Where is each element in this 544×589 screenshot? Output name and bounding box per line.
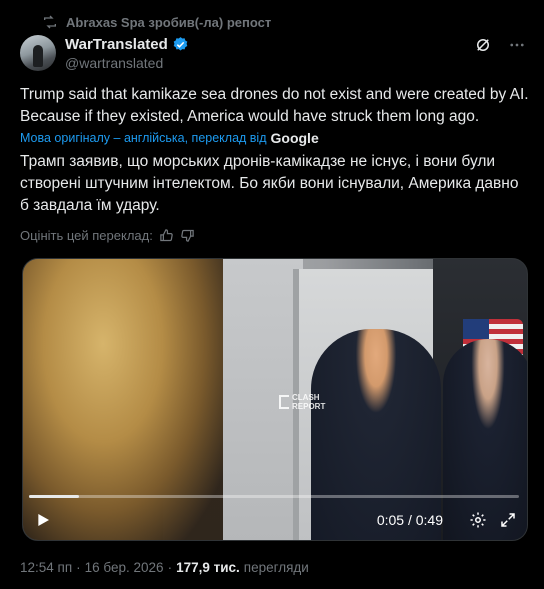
author-block[interactable]: WarTranslated @wartranslated: [65, 36, 189, 71]
thumbs-down-icon[interactable]: [180, 228, 195, 243]
translation-attribution[interactable]: Мова оригіналу – англійська, переклад ві…: [20, 130, 319, 146]
avatar[interactable]: [20, 35, 56, 71]
author-name[interactable]: WarTranslated: [65, 36, 168, 53]
video-player[interactable]: CLASH REPORT 0:05 / 0:49: [22, 258, 528, 541]
fullscreen-icon[interactable]: [499, 511, 517, 529]
tweet-text: Trump said that kamikaze sea drones do n…: [20, 86, 529, 125]
repost-text: Abraxas Spa зробив(-ла) репост: [66, 14, 272, 30]
views-count: 177,9 тис.: [176, 560, 240, 575]
author-handle[interactable]: @wartranslated: [65, 55, 189, 71]
tweet-date[interactable]: 16 бер. 2026: [85, 560, 164, 575]
tweet-time[interactable]: 12:54 пп: [20, 560, 72, 575]
verified-badge-icon: [173, 37, 188, 51]
play-icon[interactable]: [35, 512, 51, 528]
thumbs-up-icon[interactable]: [159, 228, 174, 243]
google-logo: Google: [270, 130, 319, 146]
watermark-logo-icon: [279, 395, 289, 409]
grok-icon[interactable]: [474, 36, 492, 54]
video-progress-bar[interactable]: [29, 495, 519, 498]
repost-icon: [44, 15, 56, 29]
video-frame-person-left: [23, 259, 223, 540]
video-time: 0:05 / 0:49: [376, 512, 443, 528]
video-progress-fill: [29, 495, 79, 498]
video-controls: 0:05 / 0:49: [23, 500, 527, 540]
rate-label: Оцініть цей переклад:: [20, 228, 153, 243]
tweet-meta: 12:54 пп · 16 бер. 2026 · 177,9 тис. пер…: [20, 560, 309, 575]
video-watermark: CLASH REPORT: [279, 393, 325, 411]
more-options-icon[interactable]: [508, 36, 526, 54]
translation-label[interactable]: Мова оригіналу – англійська, переклад ві…: [20, 131, 267, 145]
repost-indicator[interactable]: Abraxas Spa зробив(-ла) репост: [42, 14, 271, 30]
translated-text: Трамп заявив, що морських дронів-камікад…: [20, 153, 519, 214]
views-label: перегляди: [243, 560, 309, 575]
rate-translation: Оцініть цей переклад:: [20, 228, 195, 243]
settings-gear-icon[interactable]: [469, 511, 487, 529]
